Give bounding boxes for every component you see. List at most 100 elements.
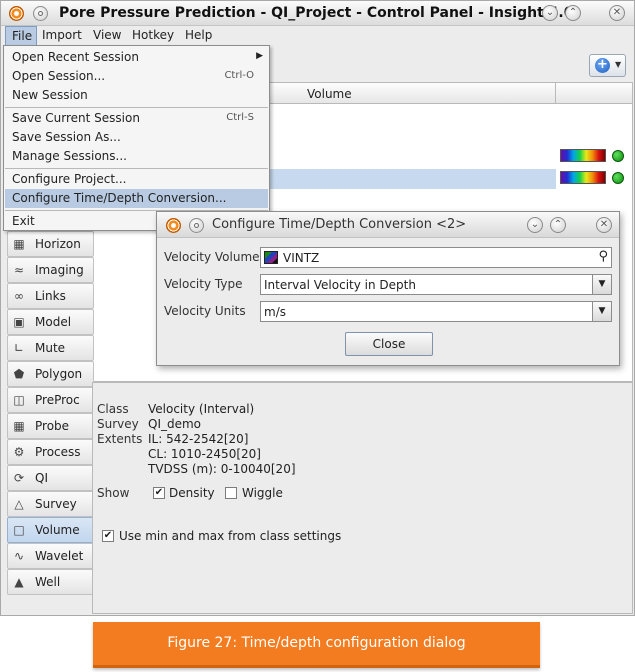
menu-item-label: Save Session As... [12,130,121,144]
extents-tvdss-value: TVDSS (m): 0-10040[20] [148,462,296,476]
qi-icon: ⟳ [13,471,25,485]
menu-item-open-session[interactable]: Open Session... Ctrl-O [5,67,268,86]
minmax-checkbox[interactable]: ✔ [102,530,114,542]
maximize-icon[interactable]: ⌃ [550,217,566,233]
category-horizon[interactable]: ▦ Horizon [7,231,94,257]
category-label: Model [35,315,72,329]
menu-item-new-session[interactable]: New Session [5,86,268,105]
plus-icon: + [595,58,610,73]
category-imaging[interactable]: ≈ Imaging [7,257,94,283]
model-icon: ▣ [13,315,25,329]
close-window-icon[interactable]: ✕ [609,5,625,21]
search-icon[interactable]: ⚲ [598,249,608,264]
survey-icon: △ [14,497,24,511]
category-label: Survey [35,497,77,511]
mute-icon: ∟ [13,341,25,355]
category-label: Probe [35,419,70,433]
extents-il-value: IL: 542-2542[20] [148,432,249,446]
survey-label: Survey [97,417,139,431]
add-dropdown-button[interactable]: + ▼ [589,54,626,77]
menu-item-manage-sessions[interactable]: Manage Sessions... [5,147,268,166]
menu-item-label: Open Session... [12,69,106,83]
menu-item-label: Exit [12,214,35,228]
category-qi[interactable]: ⟳ QI [7,465,94,491]
category-label: QI [35,471,48,485]
menu-hotkey[interactable]: Hotkey [126,26,180,46]
menu-item-label: Configure Time/Depth Conversion... [12,191,227,205]
menu-separator [5,107,268,108]
category-survey[interactable]: △ Survey [7,491,94,517]
close-dialog-icon[interactable]: ✕ [596,217,612,233]
polygon-icon: ⬟ [13,367,25,381]
menu-item-shortcut: Ctrl-O [224,70,254,81]
menu-help[interactable]: Help [179,26,218,46]
category-label: Polygon [35,367,83,381]
category-links[interactable]: ∞ Links [7,283,94,309]
window-menu-icon[interactable] [33,6,48,21]
density-checkbox[interactable]: ✔ [153,487,165,499]
app-logo-icon [166,218,181,233]
column-header-volume[interactable]: Volume [307,87,352,101]
menu-item-label: Manage Sessions... [12,149,127,163]
horizon-icon: ▦ [13,237,25,251]
minimize-icon[interactable]: ⌄ [542,5,558,21]
menu-item-configure-time-depth[interactable]: Configure Time/Depth Conversion... [5,189,268,208]
column-divider[interactable] [555,83,556,104]
category-well[interactable]: ▲ Well [7,569,94,595]
menu-file[interactable]: File [5,26,37,46]
velocity-units-select[interactable]: m/s ▼ [260,301,612,322]
minimize-icon[interactable]: ⌄ [527,217,543,233]
wiggle-label: Wiggle [242,486,283,500]
category-process[interactable]: ⚙ Process [7,439,94,465]
class-value: Velocity (Interval) [148,402,255,416]
menu-view[interactable]: View [87,26,127,46]
window-title: Pore Pressure Prediction - QI_Project - … [59,5,574,21]
status-ok-icon [612,150,624,162]
menu-item-save-current-session[interactable]: Save Current Session Ctrl-S [5,109,268,128]
colorbar-swatch [560,149,606,162]
category-label: PreProc [35,393,80,407]
category-preproc[interactable]: ◫ PreProc [7,387,94,413]
velocity-volume-field[interactable]: VINTZ ⚲ [260,247,612,268]
velocity-type-select[interactable]: Interval Velocity in Depth ▼ [260,274,612,295]
preproc-icon: ◫ [13,393,25,407]
window-titlebar[interactable]: Pore Pressure Prediction - QI_Project - … [1,1,634,26]
menu-item-label: Open Recent Session [12,50,139,64]
extents-cl-value: CL: 1010-2450[20] [148,447,261,461]
category-label: Wavelet [35,549,84,563]
menu-item-configure-project[interactable]: Configure Project... [5,170,268,189]
links-icon: ∞ [14,289,24,303]
menu-separator [5,168,268,169]
category-probe[interactable]: ▦ Probe [7,413,94,439]
class-label: Class [97,402,129,416]
category-mute[interactable]: ∟ Mute [7,335,94,361]
category-wavelet[interactable]: ∿ Wavelet [7,543,94,569]
minmax-label: Use min and max from class settings [119,529,342,543]
time-depth-conversion-dialog: Configure Time/Depth Conversion <2> ⌄ ⌃ … [156,211,620,366]
velocity-units-label: Velocity Units [164,304,246,318]
survey-value: QI_demo [148,417,202,431]
category-label: Horizon [35,237,81,251]
close-button[interactable]: Close [345,332,433,356]
colorbar-swatch [560,171,606,184]
table-row-selected[interactable] [268,169,556,189]
maximize-icon[interactable]: ⌃ [565,5,581,21]
volume-icon: □ [13,523,25,537]
chevron-down-icon[interactable]: ▼ [592,275,611,294]
dialog-menu-icon[interactable] [189,218,204,233]
status-ok-icon [612,172,624,184]
wiggle-checkbox[interactable] [225,487,237,499]
category-model[interactable]: ▣ Model [7,309,94,335]
category-volume[interactable]: □ Volume [7,517,94,543]
menu-import[interactable]: Import [36,26,88,46]
menu-item-open-recent-session[interactable]: Open Recent Session ▶ [5,48,268,67]
probe-icon: ▦ [13,419,25,433]
chevron-down-icon[interactable]: ▼ [592,302,611,321]
category-polygon[interactable]: ⬟ Polygon [7,361,94,387]
density-label: Density [169,486,215,500]
dialog-title: Configure Time/Depth Conversion <2> [212,217,467,232]
dialog-titlebar[interactable]: Configure Time/Depth Conversion <2> ⌄ ⌃ … [157,212,619,238]
velocity-volume-value: VINTZ [283,251,320,265]
volume-icon [264,251,278,264]
menu-item-save-session-as[interactable]: Save Session As... [5,128,268,147]
